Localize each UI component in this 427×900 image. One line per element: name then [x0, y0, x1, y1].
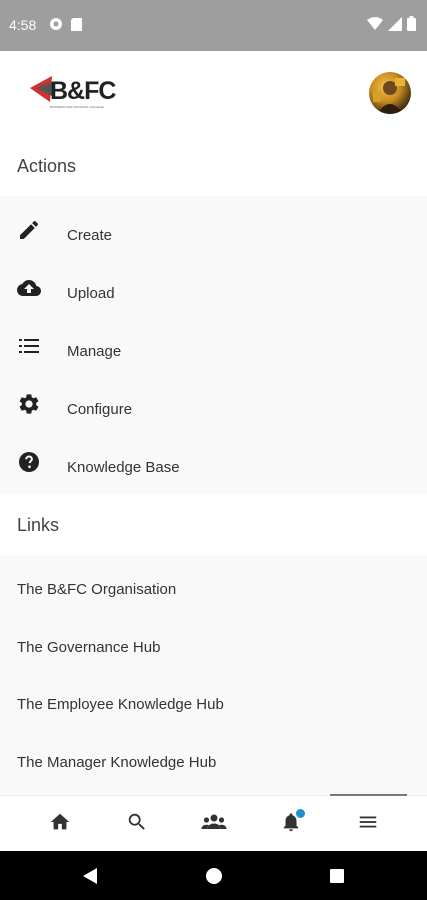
sim-icon [71, 17, 82, 36]
nav-people[interactable] [183, 796, 245, 852]
action-label: Upload [67, 285, 115, 302]
user-avatar[interactable] [369, 72, 411, 114]
link-bfc-organisation[interactable]: The B&FC Organisation [0, 564, 427, 621]
action-label: Manage [67, 343, 122, 360]
gear-icon [17, 392, 41, 416]
nav-search[interactable] [106, 796, 168, 852]
bfc-logo[interactable]: B&FC BUSINESS AND FINANCIAL COLLEGE [30, 74, 120, 112]
wifi-icon [367, 16, 383, 36]
system-navigation-bar [0, 851, 427, 900]
people-icon [201, 811, 227, 838]
actions-section-header: Actions [0, 140, 427, 195]
camera-icon [49, 17, 63, 36]
link-manager-knowledge-hub[interactable]: The Manager Knowledge Hub [0, 736, 427, 793]
status-time: 4:58 [9, 17, 37, 33]
links-section-header: Links [0, 499, 427, 555]
nav-notifications[interactable] [260, 796, 322, 852]
status-bar: 4:58 [0, 0, 427, 51]
battery-icon [407, 16, 416, 36]
action-knowledge-base[interactable]: Knowledge Base [0, 433, 427, 491]
home-icon [49, 811, 71, 838]
actions-list: Create Upload Manage Configure Knowledge… [0, 196, 427, 494]
back-icon[interactable] [78, 864, 102, 888]
action-manage[interactable]: Manage [0, 317, 427, 375]
logo-text: B&FC [50, 77, 116, 105]
search-icon [126, 811, 148, 838]
nav-home[interactable] [29, 796, 91, 852]
notification-badge [296, 809, 305, 818]
link-label: The Governance Hub [17, 639, 161, 656]
home-circle-icon[interactable] [202, 864, 226, 888]
bottom-navigation [0, 794, 427, 852]
link-employee-knowledge-hub[interactable]: The Employee Knowledge Hub [0, 679, 427, 736]
nav-menu[interactable] [337, 796, 399, 852]
recents-icon[interactable] [325, 864, 349, 888]
action-label: Configure [67, 401, 133, 418]
signal-icon [388, 16, 402, 36]
action-configure[interactable]: Configure [0, 375, 427, 433]
links-title: Links [17, 515, 60, 535]
link-label: The B&FC Organisation [17, 581, 177, 598]
action-create[interactable]: Create [0, 201, 427, 259]
link-label: The Manager Knowledge Hub [17, 754, 217, 771]
action-label: Create [67, 227, 113, 244]
action-label: Knowledge Base [67, 459, 180, 476]
pencil-icon [17, 218, 41, 242]
help-icon [17, 450, 41, 474]
links-list: The B&FC Organisation The Governance Hub… [0, 555, 427, 795]
link-label: The Employee Knowledge Hub [17, 696, 224, 713]
logo-tagline: BUSINESS AND FINANCIAL COLLEGE [50, 105, 104, 109]
list-icon [17, 334, 41, 358]
actions-title: Actions [17, 156, 77, 176]
app-header: B&FC BUSINESS AND FINANCIAL COLLEGE [0, 51, 427, 140]
cloud-upload-icon [17, 276, 41, 300]
action-upload[interactable]: Upload [0, 259, 427, 317]
link-governance-hub[interactable]: The Governance Hub [0, 621, 427, 678]
menu-icon [357, 811, 379, 838]
